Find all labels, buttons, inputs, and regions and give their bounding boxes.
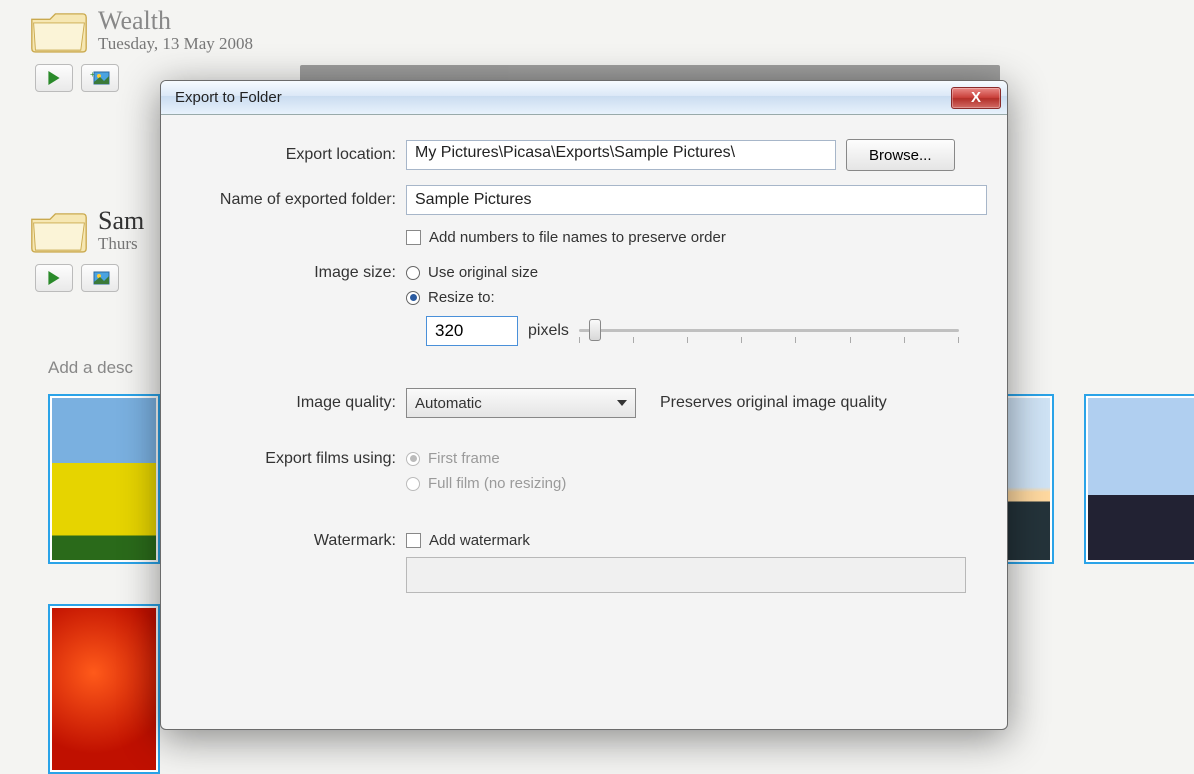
resize-pixels-input[interactable] <box>426 316 518 346</box>
use-original-label: Use original size <box>428 264 538 281</box>
image-quality-label: Image quality: <box>181 394 396 412</box>
image-size-label: Image size: <box>181 264 396 282</box>
add-numbers-label: Add numbers to file names to preserve or… <box>429 229 726 246</box>
svg-text:+: + <box>90 71 95 79</box>
description-placeholder[interactable]: Add a desc <box>48 358 133 378</box>
add-photo-button[interactable] <box>81 264 119 292</box>
play-button[interactable] <box>35 64 73 92</box>
play-button[interactable] <box>35 264 73 292</box>
thumbnail-row <box>48 394 160 564</box>
image-quality-value: Automatic <box>415 395 482 412</box>
watermark-text-input <box>406 557 966 593</box>
folder-header-sample: Sam Thurs <box>30 200 144 292</box>
browse-button[interactable]: Browse... <box>846 139 955 171</box>
dialog-title: Export to Folder <box>175 89 282 106</box>
folder-icon <box>30 208 88 256</box>
export-films-label: Export films using: <box>181 450 396 468</box>
thumbnail[interactable] <box>48 604 160 774</box>
add-watermark-label: Add watermark <box>429 532 530 549</box>
folder-title: Wealth <box>98 8 253 34</box>
pixels-label: pixels <box>528 322 569 340</box>
resize-slider[interactable] <box>579 319 959 343</box>
folder-header-wealth: Wealth Tuesday, 13 May 2008 <box>30 0 1194 56</box>
close-button[interactable]: X <box>951 87 1001 109</box>
resize-to-label: Resize to: <box>428 289 495 306</box>
folder-date: Tuesday, 13 May 2008 <box>98 34 253 54</box>
folder-date: Thurs <box>98 234 144 254</box>
add-numbers-checkbox[interactable] <box>406 230 421 245</box>
export-location-label: Export location: <box>181 146 396 164</box>
folder-icon <box>30 8 88 56</box>
thumbnail[interactable] <box>48 394 160 564</box>
chevron-down-icon <box>617 400 627 406</box>
add-watermark-checkbox[interactable] <box>406 533 421 548</box>
full-film-label: Full film (no resizing) <box>428 475 566 492</box>
dialog-titlebar[interactable]: Export to Folder X <box>161 81 1007 115</box>
first-frame-radio <box>406 452 420 466</box>
folder-name-label: Name of exported folder: <box>181 191 396 209</box>
resize-to-radio[interactable] <box>406 291 420 305</box>
watermark-label: Watermark: <box>181 532 396 550</box>
use-original-radio[interactable] <box>406 266 420 280</box>
thumbnail[interactable] <box>1084 394 1194 564</box>
folder-title: Sam <box>98 208 144 234</box>
folder-name-input[interactable] <box>406 185 987 215</box>
first-frame-label: First frame <box>428 450 500 467</box>
export-dialog: Export to Folder X Export location: My P… <box>160 80 1008 730</box>
quality-note: Preserves original image quality <box>660 394 887 412</box>
full-film-radio <box>406 477 420 491</box>
image-quality-select[interactable]: Automatic <box>406 388 636 418</box>
close-icon: X <box>971 89 981 106</box>
add-photo-button[interactable]: + <box>81 64 119 92</box>
thumbnail-row <box>48 604 160 774</box>
export-location-field[interactable]: My Pictures\Picasa\Exports\Sample Pictur… <box>406 140 836 170</box>
